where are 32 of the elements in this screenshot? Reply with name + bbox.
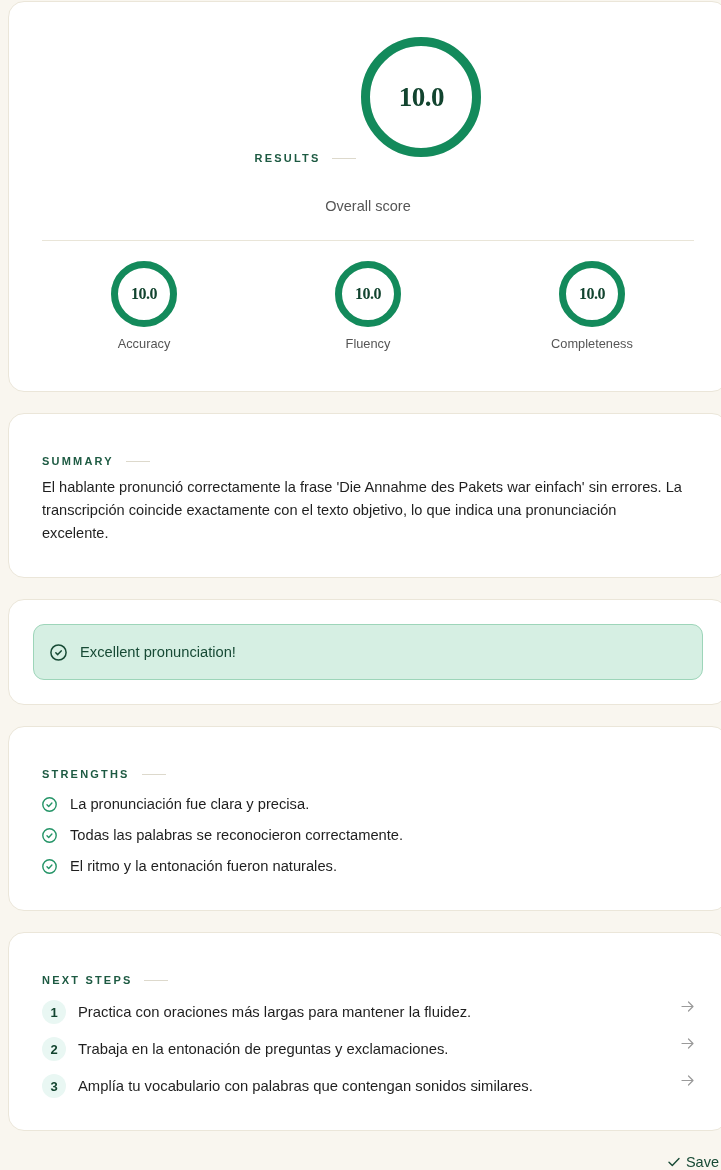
section-heading: NEXT STEPS <box>42 973 133 987</box>
strength-text: El ritmo y la entonación fueron naturales. <box>70 857 337 876</box>
status-text: Save <box>685 1153 719 1170</box>
score-value: 10.0 <box>579 286 605 302</box>
strength-text: La pronunciación fue clara y precisa. <box>70 795 310 814</box>
step-text: Practica con oraciones más largas para mantener la fluidez. <box>78 1003 473 1022</box>
check-circle-icon <box>42 796 57 812</box>
section-heading: RESULTS <box>254 151 321 165</box>
summary-text: El hablante pronunció correctamente la frase 'Die Annahme des Pakets war einfach' sin errores. La transcripción coincide exactamente con el texto objetivo, lo que indica una pronunciación excelente. <box>42 478 683 543</box>
strength-text: Todas las palabras se reconocieron correctamente. <box>70 826 404 845</box>
section-heading: STRENGTHS <box>42 767 130 781</box>
check-circle-icon <box>42 858 57 874</box>
score-value: 10.0 <box>355 286 381 302</box>
metric-label: Accuracy <box>117 336 171 352</box>
arrow-right-icon <box>681 1075 694 1086</box>
step-number: 3 <box>42 1074 66 1098</box>
metric-label: Fluency <box>345 336 391 352</box>
score-value: 10.0 <box>131 286 157 302</box>
metric-label: Completeness <box>551 336 633 352</box>
step-text: Amplía tu vocabulario con palabras que contengan sonidos similares. <box>78 1077 534 1096</box>
score-value: 10.0 <box>398 83 445 111</box>
step-number: 2 <box>42 1037 66 1061</box>
step-number: 1 <box>42 1000 66 1024</box>
check-icon <box>667 1157 680 1167</box>
check-circle-icon <box>42 827 57 843</box>
section-heading: SUMMARY <box>42 454 114 468</box>
step-text: Trabaja en la entonación de preguntas y exclamaciones. <box>78 1040 450 1059</box>
check-circle-icon <box>50 643 67 661</box>
overall-score-label: Overall score <box>325 197 411 216</box>
banner-text: Excellent pronunciation! <box>80 643 236 662</box>
arrow-right-icon <box>681 1038 694 1049</box>
arrow-right-icon <box>681 1001 694 1012</box>
